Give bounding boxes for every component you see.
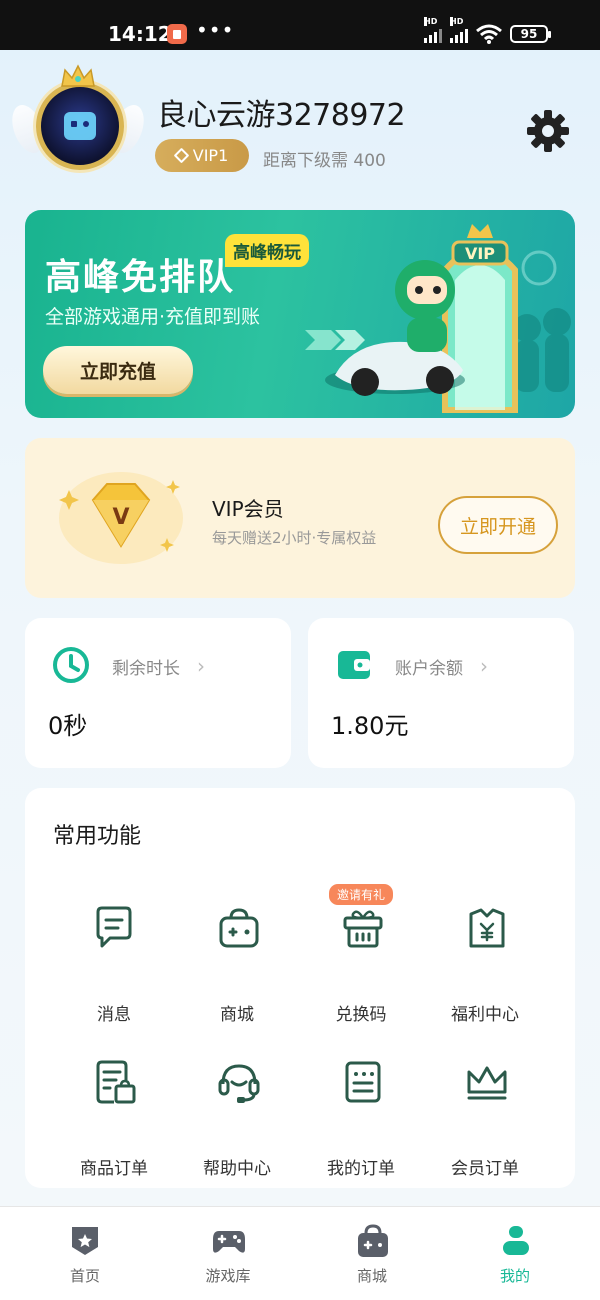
- nav-item-mine[interactable]: 我的: [465, 1207, 565, 1300]
- settings-gear-icon[interactable]: [524, 107, 572, 155]
- recharge-banner[interactable]: 高峰免排队 高峰畅玩 全部游戏通用·充值即到账 立即充值 VIP: [25, 210, 575, 418]
- func-item-welfare-center[interactable]: 福利中心: [425, 906, 545, 1025]
- banner-subtitle: 全部游戏通用·充值即到账: [45, 306, 261, 328]
- func-label: 商品订单: [80, 1159, 148, 1179]
- diamond-icon: [173, 147, 190, 164]
- func-label: 我的订单: [327, 1159, 395, 1179]
- headset-icon: [218, 1064, 260, 1103]
- message-icon: [96, 906, 132, 948]
- vip-card-subtitle: 每天赠送2小时·专属权益: [212, 529, 377, 547]
- recharge-button[interactable]: 立即充值: [43, 346, 193, 394]
- racing-mascot-illustration: VIP: [305, 224, 571, 413]
- nav-label: 我的: [499, 1267, 530, 1285]
- crown-icon: [61, 64, 95, 87]
- svg-text:V: V: [112, 505, 129, 530]
- func-label: 消息: [97, 1005, 131, 1025]
- func-item-redeem-code[interactable]: 邀请有礼 兑换码: [301, 884, 421, 1025]
- signal-icon: HD: [424, 17, 442, 43]
- common-functions-card: 常用功能 消息 商城 邀请有礼 兑换码 福利中心 商品订单 帮助中心 我的订单 …: [25, 788, 575, 1188]
- remaining-time-card[interactable]: 剩余时长 › 0秒: [25, 618, 291, 768]
- vip-member-card[interactable]: V VIP会员 每天赠送2小时·专属权益 立即开通: [25, 438, 575, 598]
- product-order-icon: [96, 1060, 136, 1104]
- open-vip-button[interactable]: 立即开通: [438, 496, 558, 554]
- remaining-time-label: 剩余时长: [112, 659, 180, 679]
- vip-level-badge[interactable]: VIP1: [155, 139, 249, 172]
- wifi-icon: [476, 24, 502, 44]
- next-level-text: 距离下级需 400: [263, 151, 386, 171]
- func-item-shop[interactable]: 商城: [177, 906, 297, 1025]
- welfare-icon: [469, 908, 505, 948]
- account-balance-card[interactable]: 账户余额 › 1.80元: [308, 618, 574, 768]
- shop-bag-icon: [219, 908, 259, 948]
- game-controller-avatar-icon: [64, 112, 96, 140]
- bottom-navigation: 首页 游戏库 商城 我的: [0, 1206, 600, 1300]
- nav-label: 游戏库: [205, 1267, 251, 1285]
- func-label: 会员订单: [451, 1159, 519, 1179]
- status-time: 14:12: [108, 22, 172, 46]
- banner-title: 高峰免排队: [45, 257, 236, 298]
- func-label: 兑换码: [335, 1005, 387, 1025]
- func-label: 商城: [220, 1005, 254, 1025]
- gift-box-icon: [343, 910, 383, 948]
- func-item-help-center[interactable]: 帮助中心: [177, 1060, 297, 1179]
- func-item-product-order[interactable]: 商品订单: [54, 1060, 174, 1179]
- notification-app-icon: [167, 24, 187, 44]
- func-label: 福利中心: [451, 1005, 519, 1025]
- account-balance-value: 1.80元: [331, 712, 409, 740]
- func-label: 帮助中心: [203, 1159, 271, 1179]
- remaining-time-value: 0秒: [48, 712, 88, 740]
- vip-card-title: VIP会员: [212, 497, 284, 521]
- func-item-member-orders[interactable]: 会员订单: [425, 1060, 545, 1179]
- avatar[interactable]: [6, 64, 150, 192]
- order-list-icon: [345, 1061, 381, 1103]
- wallet-icon: [338, 651, 370, 679]
- clock-icon: [53, 647, 89, 683]
- chevron-right-icon: ›: [197, 654, 205, 678]
- account-balance-label: 账户余额: [395, 659, 463, 679]
- username: 良心云游3278972: [157, 98, 406, 133]
- status-bar: 14:12 ••• HD HD 95: [0, 0, 600, 50]
- user-icon: [503, 1226, 529, 1255]
- crown-icon: [467, 1066, 507, 1100]
- shop-bag-icon: [358, 1224, 388, 1257]
- more-notifications-icon: •••: [196, 18, 235, 42]
- func-item-my-orders[interactable]: 我的订单: [301, 1060, 421, 1179]
- battery-icon: 95: [510, 25, 551, 43]
- invite-badge: 邀请有礼: [329, 884, 394, 905]
- section-title: 常用功能: [53, 824, 142, 849]
- nav-item-shop[interactable]: 商城: [322, 1207, 422, 1300]
- nav-item-home[interactable]: 首页: [35, 1207, 135, 1300]
- status-indicators: HD HD 95: [424, 17, 551, 46]
- vip-level-label: VIP1: [192, 146, 229, 165]
- home-shield-icon: [72, 1227, 98, 1255]
- nav-label: 首页: [69, 1267, 100, 1285]
- svg-text:VIP: VIP: [465, 244, 495, 263]
- chevron-right-icon: ›: [480, 654, 488, 678]
- func-item-message[interactable]: 消息: [54, 906, 174, 1025]
- vip-diamond-icon: V: [59, 472, 183, 564]
- gamepad-icon: [213, 1231, 245, 1253]
- nav-label: 商城: [356, 1267, 387, 1285]
- signal-icon-2: HD: [450, 17, 468, 43]
- nav-item-game-library[interactable]: 游戏库: [178, 1207, 278, 1300]
